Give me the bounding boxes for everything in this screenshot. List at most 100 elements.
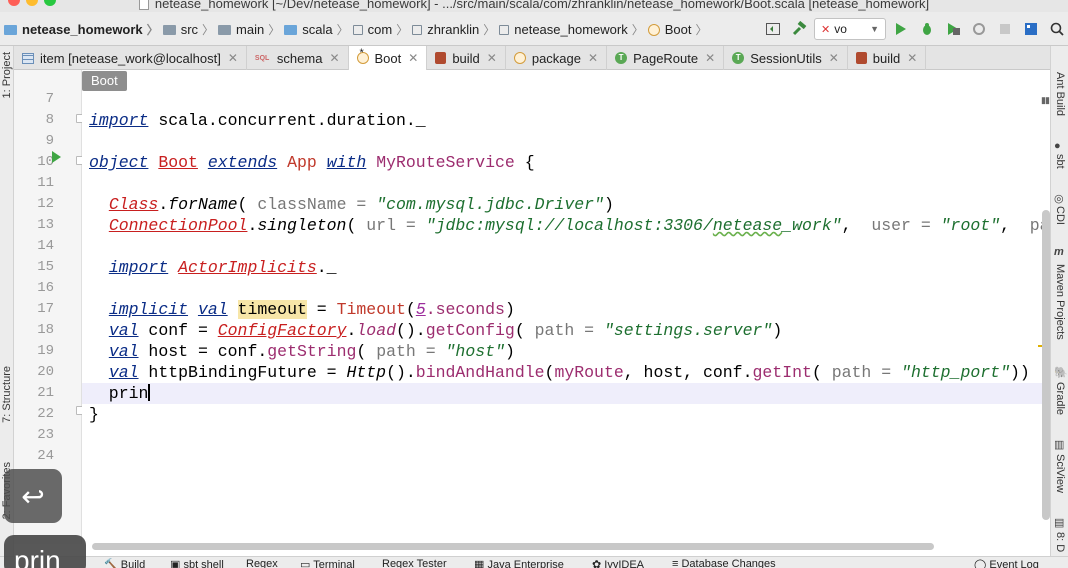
close-icon[interactable]: ✕ <box>228 51 238 65</box>
ant-build-tool-button[interactable]: Ant Build <box>1054 72 1066 116</box>
breadcrumb-item-zhranklin[interactable]: zhranklin 〉 <box>412 21 495 38</box>
breadcrumb-item-src[interactable]: src 〉 <box>162 21 214 38</box>
editor-tabs: item [netease_work@localhost] ✕ SQL schema… <box>14 46 1050 70</box>
line-number: 21 <box>37 385 54 401</box>
code-line: object Boot extends App with MyRouteServ… <box>89 153 535 172</box>
structure-tool-button[interactable]: 7: Structure <box>1 366 13 423</box>
structure-view-button[interactable] <box>762 18 784 40</box>
run-configuration-select[interactable]: ✕ vo ▼ <box>814 18 886 40</box>
close-icon[interactable]: ✕ <box>829 51 839 65</box>
event-log-tool-button[interactable]: ◯ Event Log <box>974 558 1039 568</box>
cdi-tool-button[interactable]: CDI <box>1054 206 1066 225</box>
line-number: 11 <box>37 175 54 191</box>
sbt-tool-button[interactable]: sbt <box>1054 154 1066 169</box>
close-icon[interactable]: ✕ <box>705 51 715 65</box>
tab-item[interactable]: item [netease_work@localhost] ✕ <box>14 46 247 70</box>
trait-icon: T <box>732 52 745 64</box>
tab-boot[interactable]: * Boot ✕ <box>348 46 428 70</box>
run-gutter-icon[interactable] <box>52 151 61 163</box>
line-number: 19 <box>37 343 54 359</box>
run-button[interactable] <box>890 18 912 40</box>
line-number: 23 <box>37 427 54 443</box>
stop-button[interactable] <box>994 18 1016 40</box>
line-numbers: 7 8 9 10 11 12 13 14 15 16 17 18 19 20 2… <box>14 89 54 467</box>
line-number: 15 <box>37 259 54 275</box>
sciview-tool-button[interactable]: SciView <box>1054 454 1066 493</box>
keystroke-overlay: ↩ <box>4 469 62 523</box>
folder-icon <box>218 24 232 35</box>
line-number: 13 <box>37 217 54 233</box>
breadcrumb-item-netease-homework[interactable]: netease_homework 〉 <box>499 21 644 38</box>
bottom-tool-bar: 🔨 Build ▣ sbt shell Regex ▭ Terminal Reg… <box>0 556 1068 568</box>
maven-icon: m <box>1054 246 1064 258</box>
sql-icon: SQL <box>254 54 270 62</box>
title-bar: netease_homework [~/Dev/netease_homework… <box>0 0 1068 12</box>
regex-tester-tool-button[interactable]: Regex Tester <box>382 558 447 568</box>
line-number: 24 <box>37 448 54 464</box>
maven-projects-tool-button[interactable]: Maven Projects <box>1054 264 1066 340</box>
chevron-down-icon: ▼ <box>870 24 879 34</box>
table-icon <box>22 52 34 64</box>
code-line: } <box>89 405 99 424</box>
search-everywhere-button[interactable] <box>1046 18 1068 40</box>
editor-breadcrumb-label[interactable]: Boot <box>82 71 127 91</box>
gradle-tool-button[interactable]: Gradle <box>1054 382 1066 415</box>
project-structure-button[interactable] <box>1020 18 1042 40</box>
regex-tool-button[interactable]: Regex <box>246 558 278 568</box>
close-icon[interactable]: ✕ <box>487 51 497 65</box>
package-icon <box>352 24 363 35</box>
horizontal-scrollbar[interactable] <box>92 543 934 550</box>
code-editor[interactable]: import scala.concurrent.duration._ objec… <box>82 70 1050 544</box>
navigation-bar: netease_homework 〉 src 〉 main 〉 scala 〉 com 〉… <box>0 12 1068 46</box>
coverage-button[interactable] <box>942 18 964 40</box>
build-hammer-button[interactable] <box>788 18 810 40</box>
source-folder-icon <box>284 24 298 35</box>
database-tool-button[interactable]: 8: D <box>1054 532 1066 552</box>
close-icon[interactable]: ✕ <box>907 51 917 65</box>
terminal-tool-button[interactable]: ▭ Terminal <box>300 558 355 568</box>
breadcrumb-item-main[interactable]: main 〉 <box>218 21 280 38</box>
tab-schema[interactable]: SQL schema ✕ <box>247 46 349 70</box>
close-icon[interactable]: ✕ <box>329 51 339 65</box>
line-number: 17 <box>37 301 54 317</box>
ivyidea-tool-button[interactable]: ✿ IvyIDEA <box>592 558 644 568</box>
breadcrumb-item-com[interactable]: com 〉 <box>352 21 408 38</box>
debug-button[interactable] <box>916 18 938 40</box>
line-number: 16 <box>37 280 54 296</box>
profiler-button[interactable] <box>968 18 990 40</box>
build-tool-button[interactable]: 🔨 Build <box>104 558 145 568</box>
sbt-shell-tool-button[interactable]: ▣ sbt shell <box>170 558 224 568</box>
code-line: import ActorImplicits._ <box>108 258 337 277</box>
sbt-icon <box>435 52 447 64</box>
database-changes-tool-button[interactable]: ≡ Database Changes <box>672 558 776 568</box>
java-enterprise-tool-button[interactable]: ▦ Java Enterprise <box>474 558 564 568</box>
typed-text-overlay: prin <box>4 535 86 568</box>
tab-build-2[interactable]: build ✕ <box>848 46 927 70</box>
tab-package[interactable]: package ✕ <box>506 46 608 70</box>
breadcrumb-item-project[interactable]: netease_homework 〉 <box>4 21 159 38</box>
code-lines: import scala.concurrent.duration._ objec… <box>82 89 1050 467</box>
folder-icon <box>162 24 176 35</box>
breadcrumb-item-scala[interactable]: scala 〉 <box>284 21 349 38</box>
tab-sessionutils[interactable]: T SessionUtils ✕ <box>724 46 848 70</box>
close-icon[interactable]: ✕ <box>408 51 418 65</box>
tab-pageroute[interactable]: T PageRoute ✕ <box>607 46 725 70</box>
object-icon <box>513 52 526 64</box>
line-number: 20 <box>37 364 54 380</box>
code-line: val host = conf.getString( path = "host"… <box>108 342 515 361</box>
cdi-tool-icon: ◎ <box>1054 193 1064 205</box>
vertical-scrollbar[interactable] <box>1042 210 1050 520</box>
line-number: 18 <box>37 322 54 338</box>
tab-build[interactable]: build ✕ <box>427 46 506 70</box>
project-tool-button[interactable]: 1: Project <box>1 52 13 98</box>
close-icon[interactable]: ✕ <box>588 51 598 65</box>
line-number: 12 <box>37 196 54 212</box>
code-line: Class.forName( className = "com.mysql.jd… <box>108 195 614 214</box>
breadcrumb-item-boot[interactable]: Boot 〉 <box>647 21 708 38</box>
code-line: import scala.concurrent.duration._ <box>89 111 426 130</box>
window-title: netease_homework [~/Dev/netease_homework… <box>0 0 1068 11</box>
